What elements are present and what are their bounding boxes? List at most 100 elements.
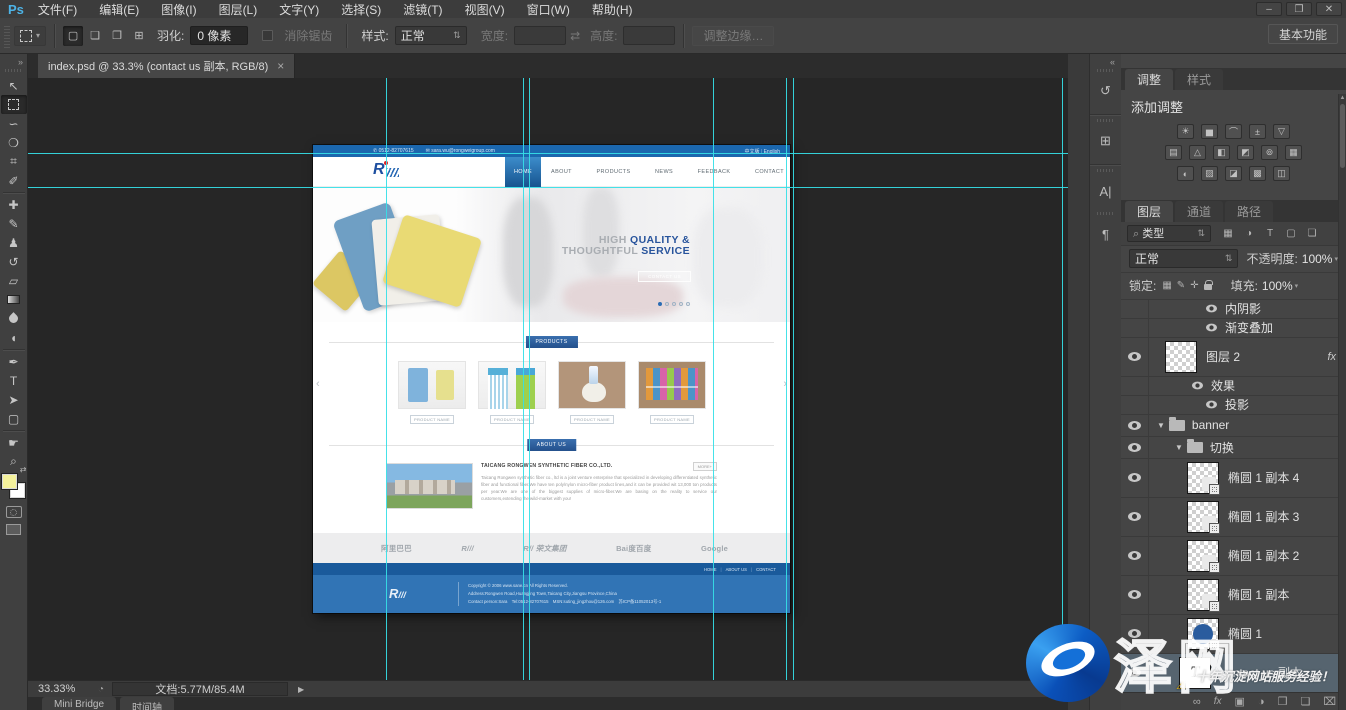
blur-tool[interactable] <box>1 309 27 328</box>
pen-tool[interactable]: ✒ <box>1 352 27 371</box>
crop-tool[interactable]: ⌗ <box>1 152 27 171</box>
layer-group-row[interactable]: ▼banner <box>1121 415 1346 437</box>
layer-group-row[interactable]: ▼切换 <box>1121 437 1346 459</box>
character-panel-icon[interactable]: A| <box>1093 180 1119 202</box>
close-button[interactable]: ✕ <box>1316 2 1342 16</box>
layer-thumbnail[interactable] <box>1187 618 1219 650</box>
layer-style-icon[interactable]: fx <box>1214 696 1222 707</box>
lock-position-icon[interactable]: ✛ <box>1190 280 1198 291</box>
hue-saturation-icon[interactable]: ▤ <box>1165 145 1182 160</box>
rounded-rectangle-tool[interactable]: ▢ <box>1 409 27 428</box>
guide-horizontal[interactable] <box>28 153 1068 154</box>
brush-tool[interactable]: ✎ <box>1 214 27 233</box>
selection-mode-new[interactable]: ▢ <box>63 26 83 46</box>
shape-layer-filter-icon[interactable]: ▢ <box>1284 228 1298 239</box>
path-selection-tool[interactable]: ➤ <box>1 390 27 409</box>
hand-tool[interactable]: ☛ <box>1 433 27 452</box>
selection-mode-add[interactable]: ❏ <box>85 26 105 46</box>
text-layer-row[interactable]: T⚠contact us 副本 <box>1121 654 1346 692</box>
style-dropdown[interactable]: 正常⇅ <box>395 26 467 45</box>
guide-horizontal[interactable] <box>28 187 1068 188</box>
lock-transparency-icon[interactable]: ▦ <box>1162 280 1171 291</box>
menubar-item[interactable]: 帮助(H) <box>592 1 633 18</box>
color-lookup-icon[interactable]: ▦ <box>1285 145 1302 160</box>
gradient-map-icon[interactable]: ▩ <box>1249 166 1266 181</box>
curves-icon[interactable]: ⌒ <box>1225 124 1242 139</box>
add-layer-mask-icon[interactable]: ▣ <box>1235 695 1245 708</box>
visibility-eye-icon[interactable] <box>1206 305 1217 313</box>
menubar-item[interactable]: 文件(F) <box>38 1 77 18</box>
zoom-level-field[interactable]: 33.33% <box>28 683 90 695</box>
color-balance-icon[interactable]: △ <box>1189 145 1206 160</box>
bottom-tab-mini-bridge[interactable]: Mini Bridge <box>42 697 116 710</box>
visibility-eye-icon[interactable] <box>1128 512 1141 521</box>
visibility-eye-icon[interactable] <box>1128 551 1141 560</box>
layers-tab[interactable]: 路径 <box>1225 201 1273 222</box>
link-layers-icon[interactable]: ∞ <box>1193 696 1201 708</box>
layer-row[interactable]: 椭圆 1 副本 2 <box>1121 537 1346 576</box>
history-brush-tool[interactable]: ↺ <box>1 252 27 271</box>
scroll-up-icon[interactable]: ▲ <box>1339 95 1346 101</box>
type-tool[interactable]: T <box>1 371 27 390</box>
layer-row[interactable]: 椭圆 1 副本 3 <box>1121 498 1346 537</box>
layer-filter-dropdown[interactable]: ⌕ 类型 ⇅ <box>1127 225 1211 242</box>
channel-mixer-icon[interactable]: ⊚ <box>1261 145 1278 160</box>
menubar-item[interactable]: 编辑(E) <box>99 1 139 18</box>
guide-vertical[interactable] <box>1062 78 1063 680</box>
spot-healing-brush-tool[interactable]: ✚ <box>1 195 27 214</box>
photo-filter-icon[interactable]: ◩ <box>1237 145 1254 160</box>
rectangular-marquee-tool[interactable] <box>1 95 27 114</box>
adjustments-tab[interactable]: 调整 <box>1125 69 1173 90</box>
selection-mode-subtract[interactable]: ❐ <box>107 26 127 46</box>
lock-paint-icon[interactable]: ✎ <box>1177 280 1185 291</box>
layer-row[interactable]: 椭圆 1 副本 4 <box>1121 459 1346 498</box>
history-panel-icon[interactable]: ↺ <box>1093 80 1119 102</box>
new-layer-icon[interactable]: ❏ <box>1300 695 1310 708</box>
feather-input[interactable]: 0 像素 <box>190 26 248 45</box>
guide-vertical[interactable] <box>386 78 387 680</box>
visibility-eye-icon[interactable] <box>1128 352 1141 361</box>
layer-row[interactable]: 椭圆 1 <box>1121 615 1346 654</box>
paragraph-panel-icon[interactable]: ¶ <box>1093 223 1119 245</box>
dodge-tool[interactable]: ◖ <box>1 328 27 347</box>
layer-effect-row[interactable]: 投影 <box>1121 396 1346 415</box>
eyedropper-tool[interactable]: ✐ <box>1 171 27 190</box>
document-tab[interactable]: index.psd @ 33.3% (contact us 副本, RGB/8)… <box>38 54 295 78</box>
guide-vertical[interactable] <box>523 78 524 680</box>
expand-triangle-icon[interactable]: ▼ <box>1157 421 1165 430</box>
visibility-eye-icon[interactable] <box>1206 324 1217 332</box>
menubar-item[interactable]: 图像(I) <box>161 1 196 18</box>
smart-object-filter-icon[interactable]: ❏ <box>1305 228 1319 239</box>
opacity-value[interactable]: 100%▾ <box>1302 252 1338 266</box>
visibility-eye-icon[interactable] <box>1128 590 1141 599</box>
move-tool[interactable]: ↖ <box>1 76 27 95</box>
swap-colors-icon[interactable]: ⇄ <box>20 465 27 474</box>
canvas-viewport[interactable]: ✆ 0512-82707615 ✉ sara.wu@rongweigroup.c… <box>28 78 1068 680</box>
layer-thumbnail[interactable] <box>1187 540 1219 572</box>
height-input[interactable] <box>623 26 675 45</box>
blend-mode-dropdown[interactable]: 正常⇅ <box>1129 249 1238 268</box>
minimize-button[interactable]: – <box>1256 2 1282 16</box>
width-input[interactable] <box>514 26 566 45</box>
layers-tab[interactable]: 图层 <box>1125 201 1173 222</box>
foreground-color-swatch[interactable] <box>2 474 17 489</box>
guide-vertical[interactable] <box>786 78 787 680</box>
layers-tab[interactable]: 通道 <box>1175 201 1223 222</box>
pixel-layer-filter-icon[interactable]: ▦ <box>1221 228 1235 239</box>
visibility-eye-icon[interactable] <box>1206 401 1217 409</box>
visibility-eye-icon[interactable] <box>1128 629 1141 638</box>
fill-value[interactable]: 100%▾ <box>1262 279 1298 293</box>
refine-edge-button[interactable]: 调整边缘… <box>692 26 774 46</box>
menubar-item[interactable]: 窗口(W) <box>527 1 570 18</box>
layer-row[interactable]: 图层 2fx <box>1121 338 1346 377</box>
new-group-icon[interactable]: ❒ <box>1278 695 1288 708</box>
status-menu-arrow-icon[interactable]: ▶ <box>298 685 304 694</box>
quick-mask-button[interactable] <box>6 506 22 518</box>
new-adjustment-layer-icon[interactable]: ◑ <box>1258 696 1265 708</box>
menubar-item[interactable]: 选择(S) <box>341 1 381 18</box>
delete-layer-icon[interactable]: ⌧ <box>1323 695 1336 708</box>
tool-preset-picker[interactable]: ▾ <box>14 26 46 46</box>
workspace-switcher-button[interactable]: 基本功能 <box>1268 24 1338 44</box>
layer-effect-row[interactable]: 内阴影 <box>1121 300 1346 319</box>
levels-icon[interactable]: ▅ <box>1201 124 1218 139</box>
